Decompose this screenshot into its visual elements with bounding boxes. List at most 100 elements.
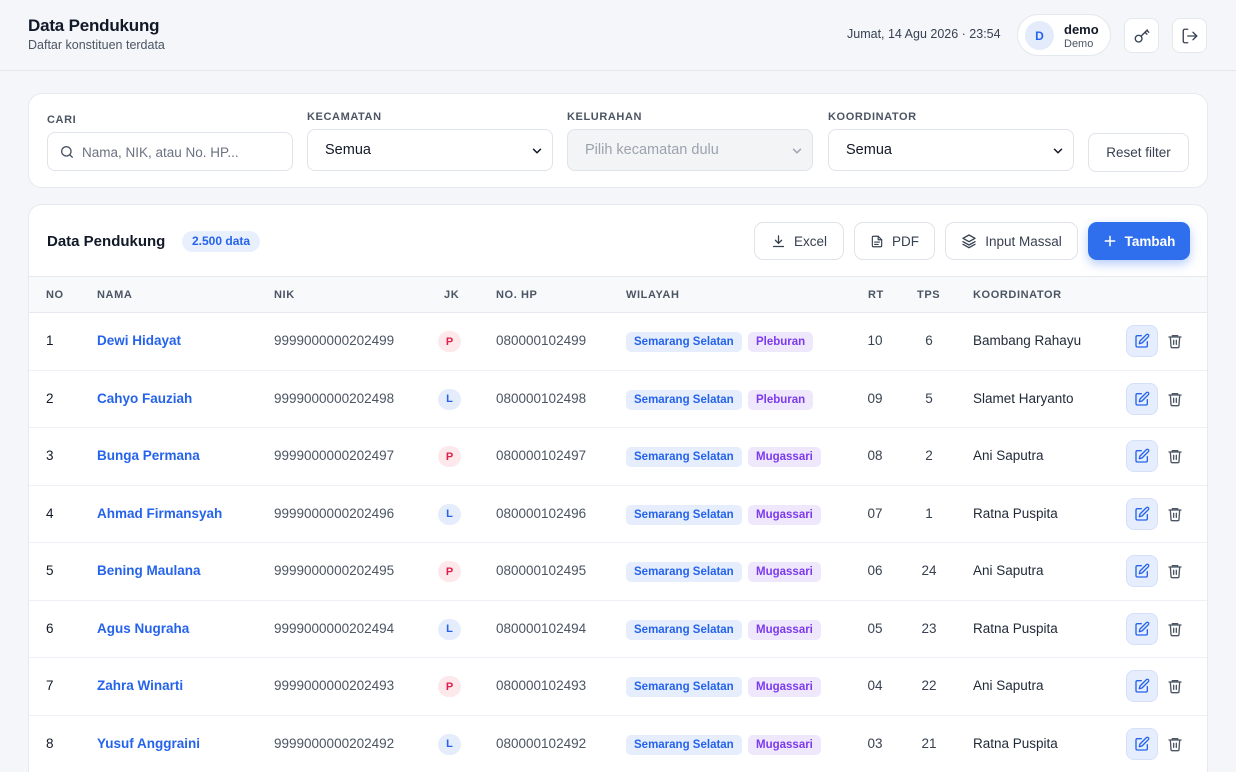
table-row: 4 Ahmad Firmansyah 9999000000202496 L 080000… (29, 486, 1207, 543)
edit-icon (1135, 506, 1150, 521)
reset-filter-button[interactable]: Reset filter (1088, 133, 1189, 172)
supporter-name-link[interactable]: Bening Maulana (97, 563, 201, 578)
search-field[interactable] (47, 132, 293, 171)
kelurahan-tag: Mugassari (748, 504, 821, 525)
delete-button[interactable] (1167, 333, 1183, 349)
trash-icon (1168, 737, 1182, 751)
delete-button[interactable] (1167, 621, 1183, 637)
gender-badge: L (438, 618, 461, 640)
edit-icon (1135, 678, 1150, 693)
row-number: 3 (46, 448, 54, 463)
row-number: 2 (46, 390, 54, 406)
column-header-koordinator: KOORDINATOR (973, 289, 1062, 301)
nik-value: 9999000000202496 (274, 505, 395, 521)
koordinator-value: Ani Saputra (973, 678, 1044, 693)
column-header-tps: TPS (917, 289, 941, 301)
supporter-name-link[interactable]: Ahmad Firmansyah (97, 506, 222, 521)
kelurahan-tag: Mugassari (748, 677, 821, 697)
koordinator-select[interactable]: Semua (828, 129, 1074, 171)
change-password-button[interactable] (1124, 18, 1159, 53)
row-number: 8 (46, 735, 54, 751)
edit-icon (1135, 563, 1150, 578)
delete-button[interactable] (1167, 391, 1183, 407)
edit-button[interactable] (1126, 670, 1158, 702)
logout-icon (1182, 28, 1197, 43)
file-icon (871, 235, 883, 247)
edit-icon (1135, 621, 1150, 636)
logout-button[interactable] (1172, 18, 1207, 53)
supporter-name-link[interactable]: Zahra Winarti (97, 678, 183, 693)
koordinator-value: Ratna Puspita (973, 505, 1058, 521)
column-header-no: NO (46, 289, 64, 301)
column-header-hp: NO. HP (496, 289, 538, 301)
supporter-name-link[interactable]: Dewi Hidayat (97, 333, 181, 348)
kecamatan-label: KECAMATAN (307, 111, 382, 123)
tps-value: 6 (925, 333, 933, 348)
chevron-down-icon (792, 148, 802, 154)
add-label: Tambah (1124, 233, 1176, 249)
table-row: 1 Dewi Hidayat 9999000000202499 P 0800001024… (29, 313, 1207, 371)
filter-panel: CARI KECAMATAN Semua KELURAHAN Pilih kec… (28, 93, 1208, 188)
delete-button[interactable] (1167, 563, 1183, 579)
rt-value: 09 (867, 390, 883, 406)
kelurahan-tag: Mugassari (748, 447, 821, 467)
rt-value: 03 (867, 735, 883, 751)
edit-icon (1135, 391, 1150, 406)
kelurahan-select[interactable]: Pilih kecamatan dulu (567, 129, 813, 171)
search-input[interactable] (82, 141, 282, 163)
bulk-input-button[interactable]: Input Massal (945, 222, 1078, 260)
edit-button[interactable] (1126, 382, 1158, 415)
edit-button[interactable] (1126, 440, 1158, 472)
row-number: 4 (46, 505, 54, 521)
kelurahan-tag: Mugassari (748, 619, 821, 640)
edit-button[interactable] (1126, 325, 1158, 357)
edit-button[interactable] (1126, 727, 1158, 760)
user-role: Demo (1064, 38, 1094, 50)
nik-value: 9999000000202494 (274, 620, 395, 636)
layers-icon (962, 234, 976, 249)
row-number: 6 (46, 620, 54, 636)
trash-icon (1168, 450, 1182, 464)
trash-icon (1168, 335, 1182, 349)
delete-button[interactable] (1167, 736, 1183, 752)
delete-button[interactable] (1167, 678, 1183, 694)
add-button[interactable]: Tambah (1088, 222, 1190, 260)
table-row: 7 Zahra Winarti 9999000000202493 P 080000102… (29, 658, 1207, 716)
edit-button[interactable] (1126, 555, 1158, 587)
column-header-wilayah: WILAYAH (626, 289, 680, 301)
export-pdf-button[interactable]: PDF (854, 222, 935, 260)
delete-button[interactable] (1167, 448, 1183, 464)
nik-value: 9999000000202492 (274, 735, 395, 751)
koordinator-value: Semua (846, 142, 892, 158)
gender-badge: L (438, 733, 461, 755)
rt-value: 05 (867, 620, 883, 636)
delete-button[interactable] (1167, 506, 1183, 522)
trash-icon (1168, 565, 1182, 579)
edit-button[interactable] (1126, 497, 1158, 530)
supporter-name-link[interactable]: Bunga Permana (97, 448, 200, 463)
phone-value: 080000102499 (496, 333, 587, 348)
supporter-name-link[interactable]: Agus Nugraha (97, 621, 189, 636)
kecamatan-tag: Semarang Selatan (626, 562, 742, 582)
phone-value: 080000102498 (496, 390, 587, 406)
export-excel-button[interactable]: Excel (754, 222, 844, 260)
page-subtitle: Daftar konstituen terdata (28, 38, 165, 52)
supporter-name-link[interactable]: Yusuf Anggraini (97, 736, 200, 751)
table-row: 6 Agus Nugraha 9999000000202494 L 0800001024… (29, 601, 1207, 658)
nik-value: 9999000000202498 (274, 390, 395, 406)
tps-value: 2 (925, 448, 933, 463)
nik-value: 9999000000202497 (274, 448, 395, 463)
download-icon (772, 234, 785, 247)
count-badge: 2.500 data (182, 231, 261, 252)
user-menu[interactable]: D demo Demo (1017, 14, 1111, 56)
kecamatan-tag: Semarang Selatan (626, 677, 742, 697)
kelurahan-tag: Pleburan (748, 332, 814, 352)
supporter-name-link[interactable]: Cahyo Fauziah (97, 391, 192, 406)
search-label: CARI (47, 114, 77, 126)
table-row: 3 Bunga Permana 9999000000202497 P 080000102… (29, 428, 1207, 486)
edit-button[interactable] (1126, 612, 1158, 645)
row-number: 5 (46, 563, 54, 578)
kecamatan-select[interactable]: Semua (307, 129, 553, 171)
table-row: 8 Yusuf Anggraini 9999000000202492 L 0800001… (29, 716, 1207, 772)
kelurahan-tag: Pleburan (748, 389, 814, 410)
